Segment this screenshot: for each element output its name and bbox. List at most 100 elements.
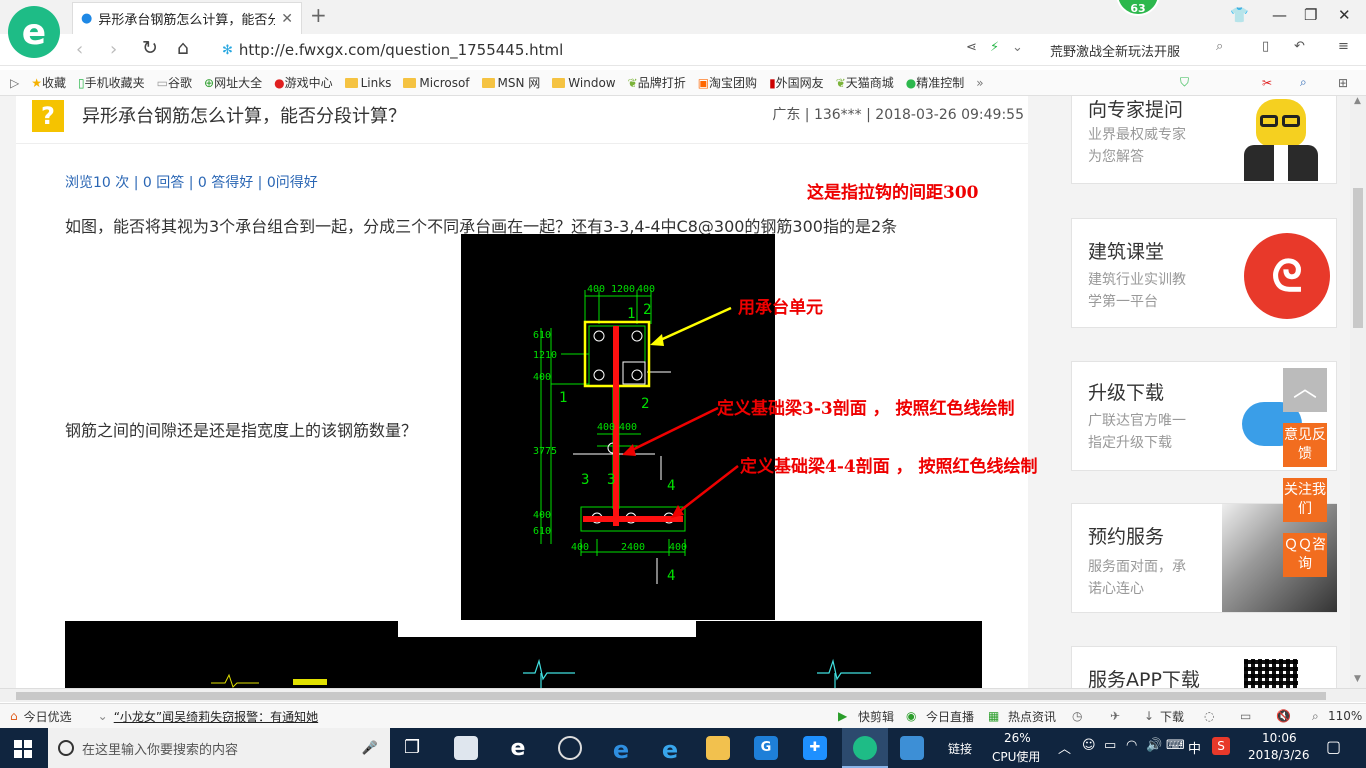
horizontal-scroll-thumb[interactable] — [16, 692, 1326, 700]
search-icon[interactable]: ⌕ — [1216, 39, 1223, 54]
bookmark-item[interactable]: ▯手机收藏夹 — [78, 74, 145, 91]
bookmark-item[interactable]: Window — [552, 76, 616, 90]
bookmark-item[interactable]: MSN 网 — [481, 74, 540, 91]
tray-battery-icon[interactable]: ▭ — [1104, 738, 1116, 753]
back-arrow-icon[interactable]: ‹ — [76, 39, 83, 60]
taskbar-active-browser[interactable] — [842, 728, 888, 768]
mute-icon[interactable]: 🔇 — [1276, 709, 1291, 723]
qq-consult-button[interactable]: ＱＱ咨询 — [1283, 533, 1327, 577]
bookmark-item[interactable]: Microsof — [403, 76, 470, 90]
news-ticker[interactable]: 荒野激战全新玩法开服 — [1050, 41, 1180, 60]
chat-icon: ● — [905, 76, 917, 90]
cpu-label: CPU使用 — [992, 750, 1041, 764]
zoom-level[interactable]: 110% — [1328, 709, 1362, 723]
taskbar-app-g-icon[interactable]: G — [754, 736, 778, 760]
flag-icon: ▮ — [769, 76, 776, 90]
tray-people-icon[interactable]: ☺ — [1082, 738, 1096, 753]
taskbar-app-explorer-icon[interactable] — [706, 736, 730, 760]
scissors-icon[interactable]: ✂ — [1262, 76, 1272, 90]
scroll-up-arrow-icon[interactable]: ▲ — [1354, 96, 1361, 106]
tray-wifi-icon[interactable]: ◠ — [1126, 738, 1137, 753]
bookmark-item[interactable]: ●游戏中心 — [274, 74, 333, 91]
close-window-button[interactable]: ✕ — [1338, 6, 1351, 24]
plus-circle-icon: ⊕ — [204, 76, 215, 90]
phone-icon[interactable]: ▯ — [1262, 39, 1269, 54]
undo-icon[interactable]: ↶ — [1294, 39, 1305, 54]
vertical-scroll-thumb[interactable] — [1353, 188, 1363, 328]
taskbar-app-edge-icon[interactable]: e — [609, 736, 633, 764]
status-item[interactable]: 热点资讯 — [1008, 708, 1056, 725]
grid-icon[interactable]: ⊞ — [1338, 76, 1348, 90]
address-bar[interactable]: ✻ http://e.fwxgx.com/question_1755445.ht… — [222, 38, 962, 62]
horizontal-scrollbar[interactable] — [0, 688, 1366, 702]
share-icon[interactable]: ⋖ — [966, 40, 977, 55]
clean-icon[interactable]: ◌ — [1204, 709, 1214, 723]
refresh-icon[interactable]: ↻ — [142, 37, 158, 59]
taskbar-app-plus-icon[interactable]: ✚ — [803, 736, 827, 760]
browser-tab[interactable]: ● 异形承台钢筋怎么计算，能否分段计算？ ✕ — [72, 2, 302, 34]
leaf-icon: ❦ — [835, 76, 846, 90]
taskbar-search-box[interactable]: 在这里输入你要搜索的内容 🎤 — [48, 728, 390, 768]
more-bookmarks-icon[interactable]: » — [976, 76, 983, 90]
menu-icon[interactable]: ≡ — [1338, 39, 1349, 54]
start-button[interactable] — [14, 740, 32, 758]
restore-button[interactable]: ❐ — [1304, 6, 1317, 24]
home-icon[interactable]: ⌂ — [177, 37, 189, 59]
browser-logo[interactable]: e — [8, 6, 60, 58]
back-to-top-button[interactable]: ︿ — [1283, 368, 1327, 412]
sidebar-card-expert[interactable]: 向专家提问 业界最权威专家 为您解答 — [1071, 96, 1337, 184]
bookmark-item[interactable]: ★收藏 — [31, 74, 66, 91]
status-item[interactable]: 今日直播 — [926, 708, 974, 725]
shield-icon[interactable]: ⛉ — [1180, 75, 1189, 90]
bookmark-item[interactable]: ⊕网址大全 — [204, 74, 262, 91]
vertical-scrollbar[interactable]: ▲ ▼ — [1350, 96, 1366, 688]
task-view-icon[interactable]: ❐ — [404, 737, 420, 758]
status-item[interactable]: 快剪辑 — [858, 708, 894, 725]
tray-volume-icon[interactable]: 🔊 — [1146, 738, 1162, 753]
notification-badge[interactable]: 63 — [1116, 0, 1160, 16]
sidebar-toggle-icon[interactable]: ▷ — [10, 76, 19, 90]
sidebar-card-classroom[interactable]: 建筑课堂 建筑行业实训教 学第一平台 ᘓ — [1071, 218, 1337, 328]
feedback-button[interactable]: 意见反馈 — [1283, 423, 1327, 467]
tray-keyboard-icon[interactable]: ⌨ — [1166, 738, 1185, 753]
taskbar-app-pinwheel-icon[interactable] — [454, 736, 478, 760]
search-icon[interactable]: ⌕ — [1300, 75, 1307, 90]
tray-chevron-up-icon[interactable]: ︿ — [1058, 738, 1071, 757]
sidebar-card-app[interactable]: 服务APP下载 — [1071, 646, 1337, 688]
bookmark-item[interactable]: Links — [344, 76, 391, 90]
news-headline[interactable]: “小龙女”闻吴绮莉失窃报警：有通知她 — [114, 708, 318, 725]
speed-icon[interactable]: ◷ — [1072, 709, 1082, 723]
bookmark-item[interactable]: ▮外国网友 — [769, 74, 824, 91]
chevron-down-icon[interactable]: ⌄ — [1012, 40, 1023, 55]
window-icon[interactable]: ▭ — [1240, 709, 1251, 723]
pin-icon[interactable]: ✈ — [1110, 709, 1120, 723]
taskbar-link[interactable]: 链接 — [948, 740, 972, 757]
taskbar-app-browser-e-icon[interactable]: e — [506, 736, 530, 761]
today-picks[interactable]: 今日优选 — [24, 708, 72, 725]
bookmark-item[interactable]: ❦品牌打折 — [628, 74, 686, 91]
url-text[interactable]: http://e.fwxgx.com/question_1755445.html — [239, 41, 563, 59]
close-tab-icon[interactable]: ✕ — [281, 11, 293, 27]
minimize-button[interactable]: — — [1272, 6, 1287, 24]
clock-time[interactable]: 10:06 — [1262, 731, 1297, 745]
status-item[interactable]: 下载 — [1160, 708, 1184, 725]
ime-indicator[interactable]: 中 — [1188, 738, 1201, 757]
clock-date[interactable]: 2018/3/26 — [1248, 748, 1310, 762]
forward-arrow-icon[interactable]: › — [110, 39, 117, 60]
new-tab-button[interactable]: + — [310, 3, 327, 27]
taskbar-app-screenshot-icon[interactable] — [900, 736, 924, 760]
follow-us-button[interactable]: 关注我们 — [1283, 478, 1327, 522]
scroll-down-arrow-icon[interactable]: ▼ — [1354, 674, 1361, 684]
taskbar-app-chat-icon[interactable] — [558, 736, 582, 760]
shirt-skin-icon[interactable]: 👕 — [1230, 6, 1249, 24]
microphone-icon[interactable]: 🎤 — [362, 741, 378, 756]
bookmark-item[interactable]: ❦天猫商城 — [836, 74, 894, 91]
bookmark-item[interactable]: ▭谷歌 — [157, 74, 192, 91]
bookmark-item[interactable]: ▣淘宝团购 — [698, 74, 757, 91]
folder-icon — [403, 77, 417, 88]
tray-sogou-icon[interactable]: S — [1212, 737, 1230, 755]
lightning-icon[interactable]: ⚡ — [990, 40, 999, 55]
action-center-icon[interactable]: ▢ — [1326, 737, 1341, 756]
taskbar-app-ie-icon[interactable]: e — [658, 736, 682, 764]
bookmark-item[interactable]: ●精准控制 — [906, 74, 965, 91]
